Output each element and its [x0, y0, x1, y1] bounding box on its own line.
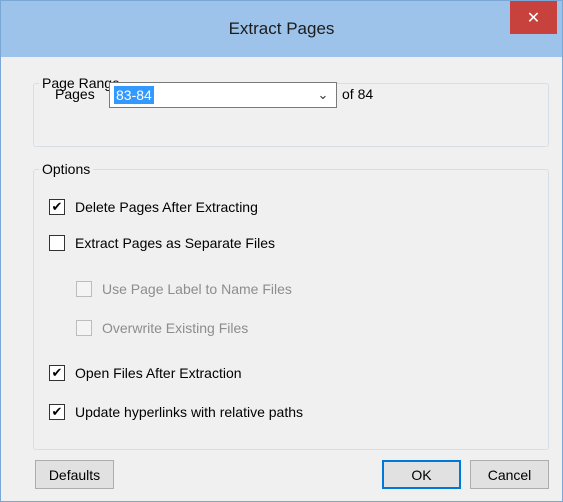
option-separate-files[interactable]: Extract Pages as Separate Files	[49, 233, 275, 253]
checkmark-icon: ✔	[51, 404, 63, 420]
separate-files-checkbox[interactable]	[49, 235, 65, 251]
option-label: Update hyperlinks with relative paths	[75, 404, 304, 420]
defaults-button[interactable]: Defaults	[35, 460, 114, 489]
use-page-label-checkbox	[76, 281, 92, 297]
open-files-checkbox[interactable]: ✔	[49, 365, 65, 381]
checkmark-icon: ✔	[51, 199, 63, 215]
option-label: Delete Pages After Extracting	[75, 199, 258, 215]
update-hyperlinks-checkbox[interactable]: ✔	[49, 404, 65, 420]
checkmark-icon: ✔	[51, 365, 63, 381]
option-open-files[interactable]: ✔ Open Files After Extraction	[49, 363, 242, 383]
title-bar: Extract Pages ✕	[1, 1, 562, 57]
option-overwrite-files: Overwrite Existing Files	[76, 318, 248, 338]
overwrite-files-checkbox	[76, 320, 92, 336]
chevron-down-icon[interactable]: ⌄	[316, 87, 330, 103]
cancel-button[interactable]: Cancel	[470, 460, 549, 489]
pages-label: Pages	[55, 86, 95, 102]
options-legend: Options	[42, 161, 91, 177]
option-label: Extract Pages as Separate Files	[75, 235, 275, 251]
option-label: Use Page Label to Name Files	[102, 281, 292, 297]
option-label: Overwrite Existing Files	[102, 320, 249, 336]
close-button[interactable]: ✕	[510, 1, 557, 34]
option-delete-pages[interactable]: ✔ Delete Pages After Extracting	[49, 197, 258, 217]
close-icon: ✕	[526, 8, 541, 27]
option-use-page-label: Use Page Label to Name Files	[76, 279, 292, 299]
option-update-hyperlinks[interactable]: ✔ Update hyperlinks with relative paths	[49, 402, 303, 422]
pages-value[interactable]: 83-84	[114, 86, 154, 104]
page-count-label: of 84	[342, 86, 374, 102]
delete-pages-checkbox[interactable]: ✔	[49, 199, 65, 215]
pages-combobox[interactable]: 83-84 ⌄	[109, 82, 337, 108]
extract-pages-dialog: Extract Pages ✕ Page Range Pages 83-84 ⌄…	[0, 0, 563, 502]
dialog-title: Extract Pages	[228, 19, 335, 38]
option-label: Open Files After Extraction	[75, 365, 242, 381]
dialog-content: Page Range Pages 83-84 ⌄ of 84 Options ✔…	[9, 57, 554, 495]
ok-button[interactable]: OK	[382, 460, 461, 489]
